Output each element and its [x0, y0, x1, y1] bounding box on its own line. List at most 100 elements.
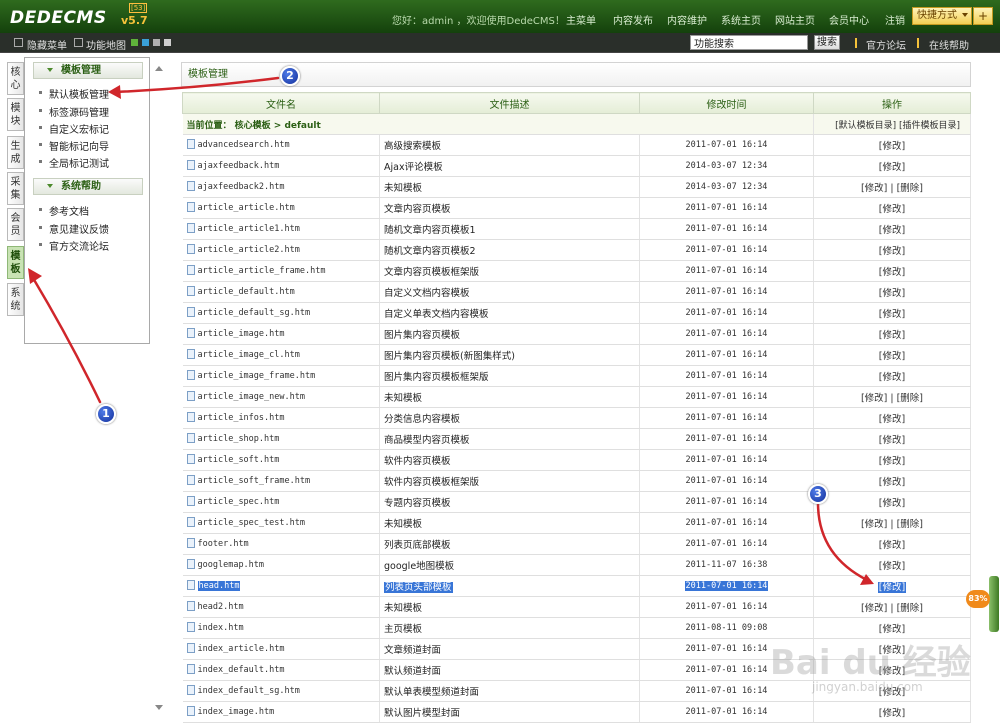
- row-actions[interactable]: [修改]: [879, 267, 905, 278]
- tab-system[interactable]: 系统: [7, 283, 24, 316]
- file-icon: [186, 642, 195, 653]
- row-actions[interactable]: [修改] | [删除]: [861, 603, 923, 614]
- search-button[interactable]: 搜索: [814, 35, 840, 50]
- table-row[interactable]: article_infos.htm 分类信息内容模板 2011-07-01 16:1…: [182, 407, 971, 429]
- row-actions[interactable]: [修改]: [879, 435, 905, 446]
- row-actions[interactable]: [修改]: [879, 708, 905, 719]
- row-actions[interactable]: [修改] | [删除]: [861, 393, 923, 404]
- row-actions[interactable]: [修改]: [879, 477, 905, 488]
- scroll-down-icon[interactable]: [155, 705, 163, 710]
- modified-time: 2011-07-01 16:14: [685, 665, 768, 675]
- menu-item-default-template[interactable]: 默认模板管理: [49, 86, 109, 101]
- nav-logout[interactable]: 注销: [885, 12, 905, 27]
- nav-content-maintain[interactable]: 内容维护: [667, 12, 707, 27]
- table-row[interactable]: article_soft.htm 软件内容页模板 2011-07-01 16:14 […: [182, 449, 971, 471]
- table-row[interactable]: article_article2.htm 随机文章内容页模板2 2011-07-01…: [182, 239, 971, 261]
- menu-item-docs[interactable]: 参考文档: [49, 203, 89, 218]
- online-help-link[interactable]: 在线帮助: [929, 37, 969, 52]
- row-actions[interactable]: [修改]: [879, 414, 905, 425]
- nav-content-publish[interactable]: 内容发布: [613, 12, 653, 27]
- table-row[interactable]: head.htm 列表页头部模板 2011-07-01 16:14 [修改]: [182, 575, 971, 597]
- file-icon: [186, 705, 195, 716]
- side-scroll-handle[interactable]: [989, 576, 999, 632]
- menu-item-tag-source[interactable]: 标签源码管理: [49, 104, 109, 119]
- row-actions[interactable]: [修改]: [877, 582, 907, 593]
- skin-blue-swatch[interactable]: [142, 39, 149, 46]
- table-row[interactable]: head2.htm 未知模板 2011-07-01 16:14 [修改] | [删除]: [182, 596, 971, 618]
- table-row[interactable]: article_image_cl.htm 图片集内容页模板(新图集样式) 2011-…: [182, 344, 971, 366]
- skin-gray-swatch[interactable]: [153, 39, 160, 46]
- table-row[interactable]: article_default.htm 自定义文档内容模板 2011-07-01 1…: [182, 281, 971, 303]
- file-name: article_image_new.htm: [197, 392, 305, 402]
- row-actions[interactable]: [修改]: [879, 204, 905, 215]
- function-search-input[interactable]: [690, 35, 808, 50]
- sitemap-icon[interactable]: [74, 38, 83, 47]
- table-row[interactable]: index_image.htm 默认图片模型封面 2011-07-01 16:14 […: [182, 701, 971, 723]
- table-row[interactable]: article_image_frame.htm 图片集内容页模板框架版 2011-0…: [182, 365, 971, 387]
- row-actions[interactable]: [修改]: [879, 141, 905, 152]
- table-row[interactable]: article_spec_test.htm 未知模板 2011-07-01 16:1…: [182, 512, 971, 534]
- nav-site-home[interactable]: 网站主页: [775, 12, 815, 27]
- hide-menu-icon[interactable]: [14, 38, 23, 47]
- table-row[interactable]: article_image.htm 图片集内容页模板 2011-07-01 16:1…: [182, 323, 971, 345]
- row-actions[interactable]: [修改]: [879, 456, 905, 467]
- row-actions[interactable]: [修改]: [879, 330, 905, 341]
- modified-time: 2011-07-01 16:14: [685, 497, 768, 507]
- menu-item-forum[interactable]: 官方交流论坛: [49, 238, 109, 253]
- table-row[interactable]: article_article_frame.htm 文章内容页模板框架版 2011-…: [182, 260, 971, 282]
- row-actions[interactable]: [修改]: [879, 624, 905, 635]
- plugin-template-dir-link[interactable]: [插件模板目录]: [899, 121, 960, 131]
- tab-generate[interactable]: 生成: [7, 136, 24, 169]
- row-actions[interactable]: [修改]: [879, 309, 905, 320]
- row-actions[interactable]: [修改]: [879, 351, 905, 362]
- default-template-dir-link[interactable]: [默认模板目录]: [835, 121, 896, 131]
- table-row[interactable]: ajaxfeedback2.htm 未知模板 2014-03-07 12:34 [修改…: [182, 176, 971, 198]
- skin-green-swatch[interactable]: [131, 39, 138, 46]
- nav-system-home[interactable]: 系统主页: [721, 12, 761, 27]
- table-row[interactable]: article_spec.htm 专题内容页模板 2011-07-01 16:14 […: [182, 491, 971, 513]
- tab-module[interactable]: 模块: [7, 98, 24, 131]
- table-row[interactable]: googlemap.htm google地图模板 2011-11-07 16:38 […: [182, 554, 971, 576]
- table-row[interactable]: article_image_new.htm 未知模板 2011-07-01 16:1…: [182, 386, 971, 408]
- row-actions[interactable]: [修改]: [879, 540, 905, 551]
- menu-item-feedback[interactable]: 意见建议反馈: [49, 221, 109, 236]
- row-actions[interactable]: [修改] | [删除]: [861, 183, 923, 194]
- row-actions[interactable]: [修改]: [879, 498, 905, 509]
- tab-member[interactable]: 会员: [7, 208, 24, 241]
- modified-time: 2011-07-01 16:14: [685, 287, 768, 297]
- hide-menu-link[interactable]: 隐藏菜单: [27, 37, 67, 52]
- function-map-link[interactable]: 功能地图: [86, 37, 126, 52]
- file-name: article_spec_test.htm: [197, 518, 305, 528]
- tab-template[interactable]: 模板: [7, 246, 24, 279]
- file-icon: [186, 537, 195, 548]
- nav-main-menu[interactable]: 主菜单: [566, 12, 596, 27]
- tab-core[interactable]: 核心: [7, 62, 24, 95]
- menu-item-custom-macro[interactable]: 自定义宏标记: [49, 121, 109, 136]
- row-actions[interactable]: [修改]: [879, 561, 905, 572]
- table-row[interactable]: article_article.htm 文章内容页模板 2011-07-01 16:…: [182, 197, 971, 219]
- table-row[interactable]: advancedsearch.htm 高级搜索模板 2011-07-01 16:14…: [182, 134, 971, 156]
- row-actions[interactable]: [修改]: [879, 372, 905, 383]
- table-row[interactable]: article_default_sg.htm 自定义单表文档内容模板 2011-07…: [182, 302, 971, 324]
- row-actions[interactable]: [修改] | [删除]: [861, 519, 923, 530]
- skin-silver-swatch[interactable]: [164, 39, 171, 46]
- nav-member-center[interactable]: 会员中心: [829, 12, 869, 27]
- row-actions[interactable]: [修改]: [879, 162, 905, 173]
- quick-add-button[interactable]: +: [973, 7, 993, 25]
- table-row[interactable]: article_soft_frame.htm 软件内容页模板框架版 2011-07-…: [182, 470, 971, 492]
- tab-collect[interactable]: 采集: [7, 172, 24, 205]
- table-row[interactable]: footer.htm 列表页底部模板 2011-07-01 16:14 [修改]: [182, 533, 971, 555]
- chevron-down-icon[interactable]: [962, 13, 968, 17]
- file-icon: [186, 516, 195, 527]
- table-row[interactable]: article_article1.htm 随机文章内容页模板1 2011-07-01…: [182, 218, 971, 240]
- official-forum-link[interactable]: 官方论坛: [866, 37, 906, 52]
- file-icon: [186, 390, 195, 401]
- menu-item-global-tag-test[interactable]: 全局标记测试: [49, 155, 109, 170]
- table-row[interactable]: ajaxfeedback.htm Ajax评论模板 2014-03-07 12:34…: [182, 155, 971, 177]
- menu-item-tag-wizard[interactable]: 智能标记向导: [49, 138, 109, 153]
- scroll-up-icon[interactable]: [155, 66, 163, 71]
- row-actions[interactable]: [修改]: [879, 225, 905, 236]
- table-row[interactable]: article_shop.htm 商品模型内容页模板 2011-07-01 16:1…: [182, 428, 971, 450]
- row-actions[interactable]: [修改]: [879, 288, 905, 299]
- row-actions[interactable]: [修改]: [879, 246, 905, 257]
